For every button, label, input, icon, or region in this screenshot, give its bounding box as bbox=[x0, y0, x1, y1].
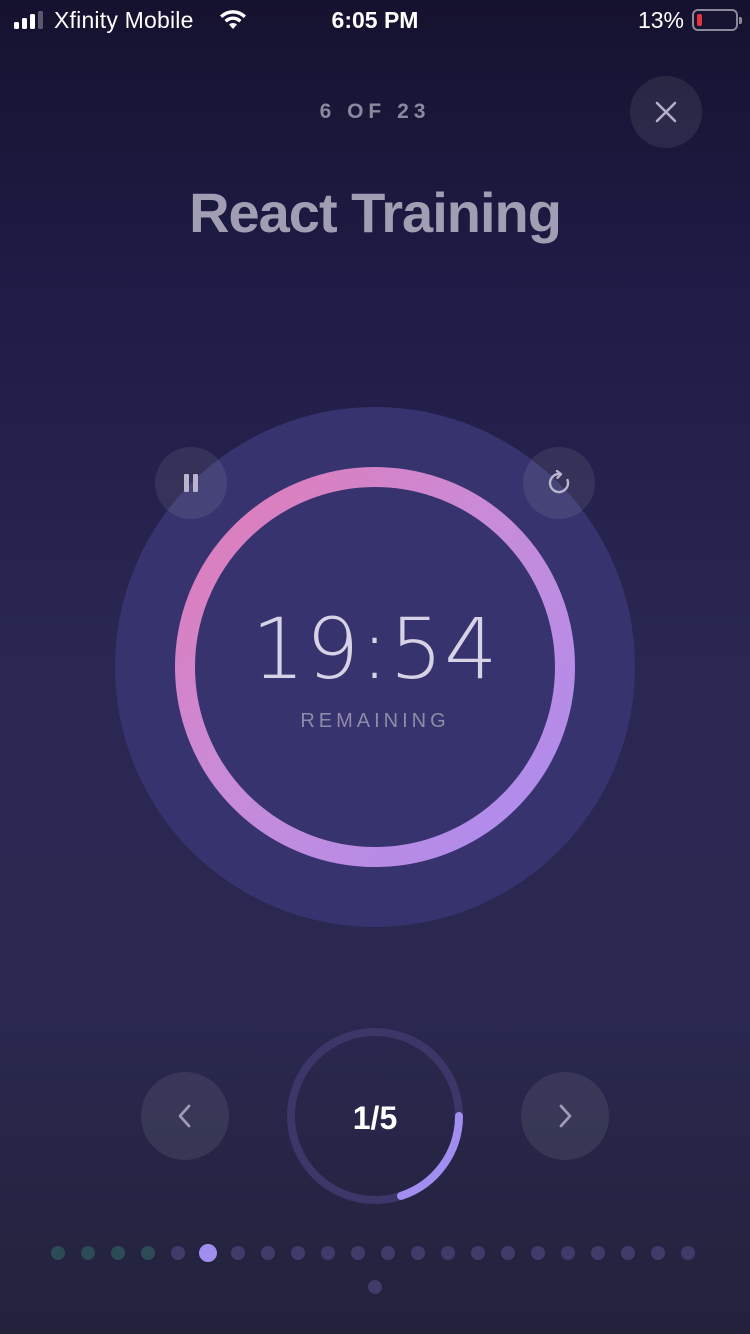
pagination-dot bbox=[141, 1246, 155, 1260]
pagination-dot bbox=[81, 1246, 95, 1260]
pagination-dot bbox=[231, 1246, 245, 1260]
page-title: React Training bbox=[189, 181, 562, 244]
restart-icon bbox=[548, 470, 570, 494]
pagination-dot bbox=[321, 1246, 335, 1260]
previous-button[interactable] bbox=[141, 1072, 229, 1160]
timer-display: 19:54 bbox=[251, 600, 499, 698]
close-button[interactable] bbox=[630, 76, 702, 148]
pagination-dot bbox=[561, 1246, 575, 1260]
pagination-dot-active bbox=[199, 1244, 217, 1262]
status-bar: Xfinity Mobile 6:05 PM 13% bbox=[0, 0, 750, 40]
pagination-dot bbox=[111, 1246, 125, 1260]
pagination-dot bbox=[501, 1246, 515, 1260]
pagination-dot bbox=[261, 1246, 275, 1260]
next-button[interactable] bbox=[521, 1072, 609, 1160]
battery-percent: 13% bbox=[637, 7, 684, 33]
pagination-dots bbox=[0, 1244, 750, 1305]
restart-button[interactable] bbox=[523, 447, 595, 519]
pagination-dot bbox=[621, 1246, 635, 1260]
pagination-dot bbox=[531, 1246, 545, 1260]
chevron-right-icon bbox=[559, 1104, 572, 1128]
battery-icon bbox=[692, 9, 742, 31]
pagination-dot bbox=[651, 1246, 665, 1260]
pagination-dot bbox=[291, 1246, 305, 1260]
pagination-dot bbox=[51, 1246, 65, 1260]
pagination-dot bbox=[441, 1246, 455, 1260]
chevron-left-icon bbox=[178, 1104, 191, 1128]
pause-icon bbox=[184, 474, 198, 492]
pagination-dot bbox=[351, 1246, 365, 1260]
timer-label: REMAINING bbox=[300, 710, 450, 732]
pagination-dot bbox=[681, 1246, 695, 1260]
step-counter: 1/5 bbox=[352, 1100, 398, 1136]
pause-button[interactable] bbox=[155, 447, 227, 519]
pagination-dot bbox=[381, 1246, 395, 1260]
pagination-dot bbox=[591, 1246, 605, 1260]
pagination-dot bbox=[411, 1246, 425, 1260]
pagination-dot bbox=[368, 1280, 382, 1294]
pagination-dot bbox=[171, 1246, 185, 1260]
close-icon bbox=[655, 101, 677, 123]
pagination-dot bbox=[471, 1246, 485, 1260]
